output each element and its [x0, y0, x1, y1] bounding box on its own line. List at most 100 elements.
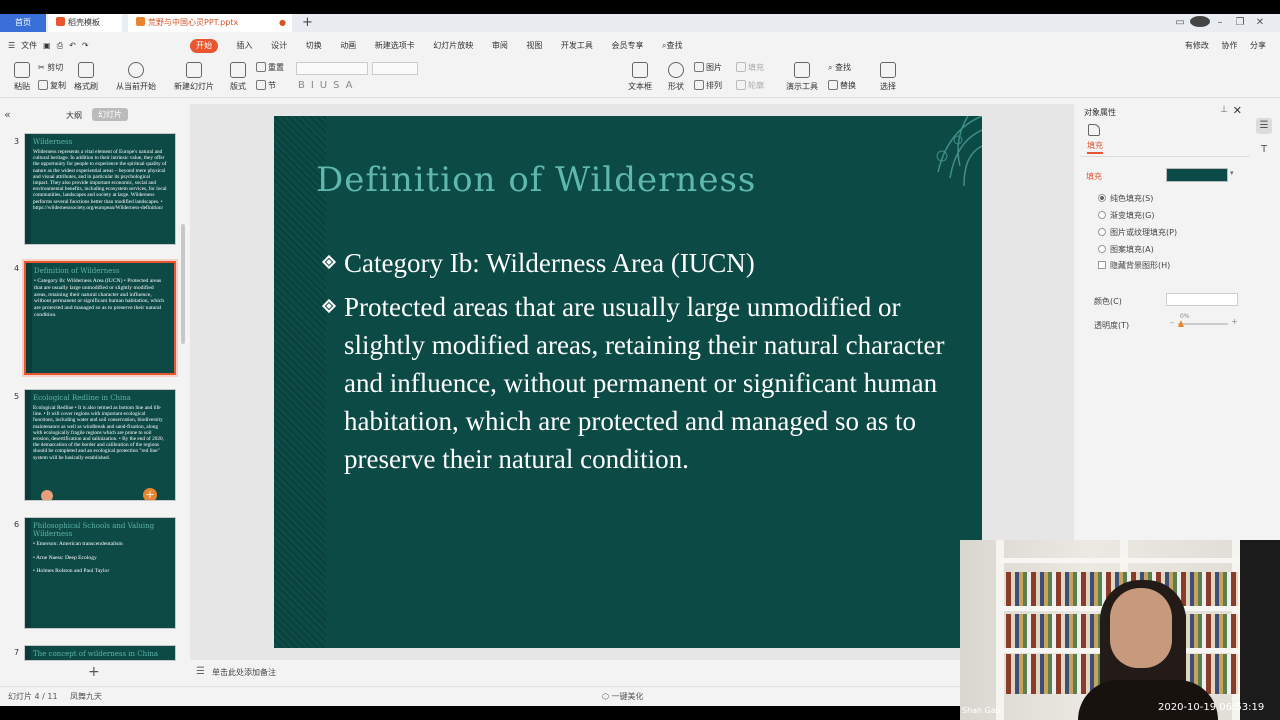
slide-title[interactable]: Definition of Wilderness — [316, 160, 756, 200]
collaborate-button[interactable]: 协作 — [1221, 41, 1237, 50]
fill-tab[interactable]: 填充 — [1087, 140, 1103, 154]
slide-canvas: Definition of Wilderness Category Ib: Wi… — [190, 104, 1074, 660]
fill-button[interactable]: 填充 — [736, 62, 764, 73]
tab-home-ribbon[interactable]: 开始 — [190, 39, 218, 53]
collapse-panel-icon[interactable]: « — [4, 108, 11, 121]
tab-transition[interactable]: 切换 — [306, 36, 322, 56]
minimize-icon[interactable]: – — [1210, 14, 1230, 32]
fill-section-label[interactable]: 填充 — [1086, 171, 1102, 182]
unsaved-dot-icon[interactable]: ● — [279, 14, 286, 32]
tab-new-tab[interactable]: 新建选项卡 — [375, 36, 415, 56]
theme-name[interactable]: 凤舞九天 — [70, 691, 102, 702]
tab-animation[interactable]: 动画 — [340, 36, 356, 56]
text-icon[interactable]: T — [1256, 142, 1272, 158]
decrease-transparency-button[interactable]: – — [1170, 318, 1174, 327]
slide-thumbnail-5[interactable]: Ecological Redline in China Ecological R… — [24, 389, 176, 501]
replace-button[interactable]: 替换 — [828, 80, 856, 91]
tab-view[interactable]: 视图 — [526, 36, 542, 56]
tab-outline[interactable]: 大纲 — [66, 110, 82, 121]
notes-area[interactable]: ☰ 单击此处添加备注 — [190, 662, 1074, 682]
tab-slides[interactable]: 幻灯片 — [92, 108, 128, 121]
arrange-button[interactable]: 排列 — [694, 80, 722, 91]
properties-icon[interactable]: ☰ — [1256, 118, 1272, 134]
textbox-button[interactable]: 文本框 — [620, 62, 660, 92]
font-size-field[interactable] — [372, 62, 418, 75]
slide-thumbnail-6[interactable]: Philosophical Schools and Valuing Wilder… — [24, 517, 176, 629]
fill-color-swatch[interactable] — [1166, 168, 1228, 182]
tab-developer[interactable]: 开发工具 — [561, 36, 593, 56]
reset-button[interactable]: 重置 — [256, 62, 284, 73]
play-from-current-button[interactable]: 从当前开始 — [112, 62, 160, 92]
pin-icon[interactable]: ⊥ — [1220, 105, 1228, 115]
slide-thumbnail-4[interactable]: Definition of Wilderness • Category Ib: … — [22, 259, 178, 377]
increase-transparency-button[interactable]: + — [1231, 317, 1238, 326]
shape-button[interactable]: 形状 — [656, 62, 696, 92]
slide-thumbnail-7[interactable]: The concept of wilderness in China — [24, 645, 176, 661]
hide-background-checkbox[interactable]: 隐藏背景图形(H) — [1098, 260, 1170, 271]
add-slide-icon[interactable]: + — [143, 488, 157, 500]
close-icon[interactable]: ✕ — [1233, 104, 1242, 117]
tab-template[interactable]: 稻壳模板 — [48, 14, 122, 32]
radio-label: 图案填充(A) — [1110, 245, 1154, 254]
play-slide-icon[interactable] — [41, 490, 53, 500]
modified-indicator[interactable]: 有修改 — [1185, 41, 1209, 50]
maximize-icon[interactable]: ❐ — [1230, 14, 1250, 32]
slide-bullets[interactable]: Category Ib: Wilderness Area (IUCN) Prot… — [321, 244, 954, 484]
radio-icon — [1098, 245, 1106, 253]
format-painter-button[interactable]: 格式刷 — [66, 62, 106, 92]
textbox-icon — [632, 62, 648, 78]
tab-design[interactable]: 设计 — [271, 36, 287, 56]
save-icon[interactable]: ▣ — [43, 36, 51, 56]
slide-thumbnail-3[interactable]: Wilderness Wilderness represents a vital… — [24, 133, 176, 245]
tab-review[interactable]: 审阅 — [492, 36, 508, 56]
hamburger-icon[interactable]: ☰ — [8, 36, 15, 56]
select-button[interactable]: 选择 — [868, 62, 908, 92]
color-dropdown[interactable] — [1166, 293, 1238, 306]
undo-icon[interactable]: ↶ — [69, 36, 76, 56]
thumb-body: Wilderness represents a vital element of… — [33, 149, 167, 211]
file-menu[interactable]: 文件 — [21, 36, 37, 56]
tab-home[interactable]: 首页 — [0, 14, 46, 32]
radio-solid-fill[interactable]: 纯色填充(S) — [1098, 193, 1153, 204]
paste-button[interactable]: 粘贴 — [2, 62, 42, 92]
chevron-down-icon[interactable]: ▾ — [1230, 169, 1234, 177]
copy-button[interactable]: 复制 — [38, 80, 66, 91]
picture-button[interactable]: 图片 — [694, 62, 722, 73]
section-button[interactable]: 节 — [256, 80, 276, 91]
share-button[interactable]: 分享 — [1250, 41, 1266, 50]
find-button[interactable]: ⌕ 查找 — [828, 62, 851, 73]
new-tab-button[interactable]: + — [302, 14, 313, 32]
radio-pattern-fill[interactable]: 图案填充(A) — [1098, 244, 1154, 255]
fill-bucket-icon[interactable] — [1088, 124, 1100, 136]
radio-gradient-fill[interactable]: 渐变填充(G) — [1098, 210, 1154, 221]
tab-search[interactable]: ⌕查找 — [662, 36, 682, 56]
slide[interactable]: Definition of Wilderness Category Ib: Wi… — [274, 116, 982, 648]
section-icon — [256, 80, 266, 90]
thumb-title: Wilderness — [33, 138, 73, 146]
cut-button[interactable]: ✂ 剪切 — [38, 62, 63, 73]
print-icon[interactable]: ⎙ — [57, 36, 63, 56]
shape-label: 形状 — [668, 82, 684, 91]
outline-button[interactable]: 轮廓 — [736, 80, 764, 91]
font-name-field[interactable] — [296, 62, 368, 75]
diamond-bullet-icon — [321, 298, 337, 314]
radio-picture-fill[interactable]: 图片或纹理填充(P) — [1098, 227, 1177, 238]
redo-icon[interactable]: ↷ — [82, 36, 89, 56]
new-slide-button[interactable]: 新建幻灯片 — [170, 62, 218, 92]
present-tools-button[interactable]: 演示工具 — [780, 62, 824, 92]
add-slide-button[interactable]: + — [88, 664, 100, 680]
color-label: 颜色(C) — [1094, 297, 1122, 306]
layout-button[interactable]: 版式 — [218, 62, 258, 92]
tab-document[interactable]: 荒野与中国心灵PPT.pptx ● — [128, 14, 292, 32]
beautify-button[interactable]: ⬡ 一键美化 — [602, 691, 644, 702]
avatar[interactable] — [1190, 14, 1210, 32]
tab-member[interactable]: 会员专享 — [611, 36, 643, 56]
transparency-slider[interactable] — [1178, 323, 1228, 325]
thumbnail-scrollbar[interactable] — [181, 224, 185, 344]
format-buttons[interactable]: BIUSA — [298, 80, 359, 91]
tab-slideshow[interactable]: 幻灯片放映 — [433, 36, 473, 56]
thumb-body: • Category Ib: Wilderness Area (IUCN) • … — [34, 278, 165, 318]
close-window-icon[interactable]: ✕ — [1250, 14, 1270, 32]
tab-insert[interactable]: 插入 — [237, 36, 253, 56]
layout-icon[interactable]: ▭ — [1170, 14, 1190, 32]
